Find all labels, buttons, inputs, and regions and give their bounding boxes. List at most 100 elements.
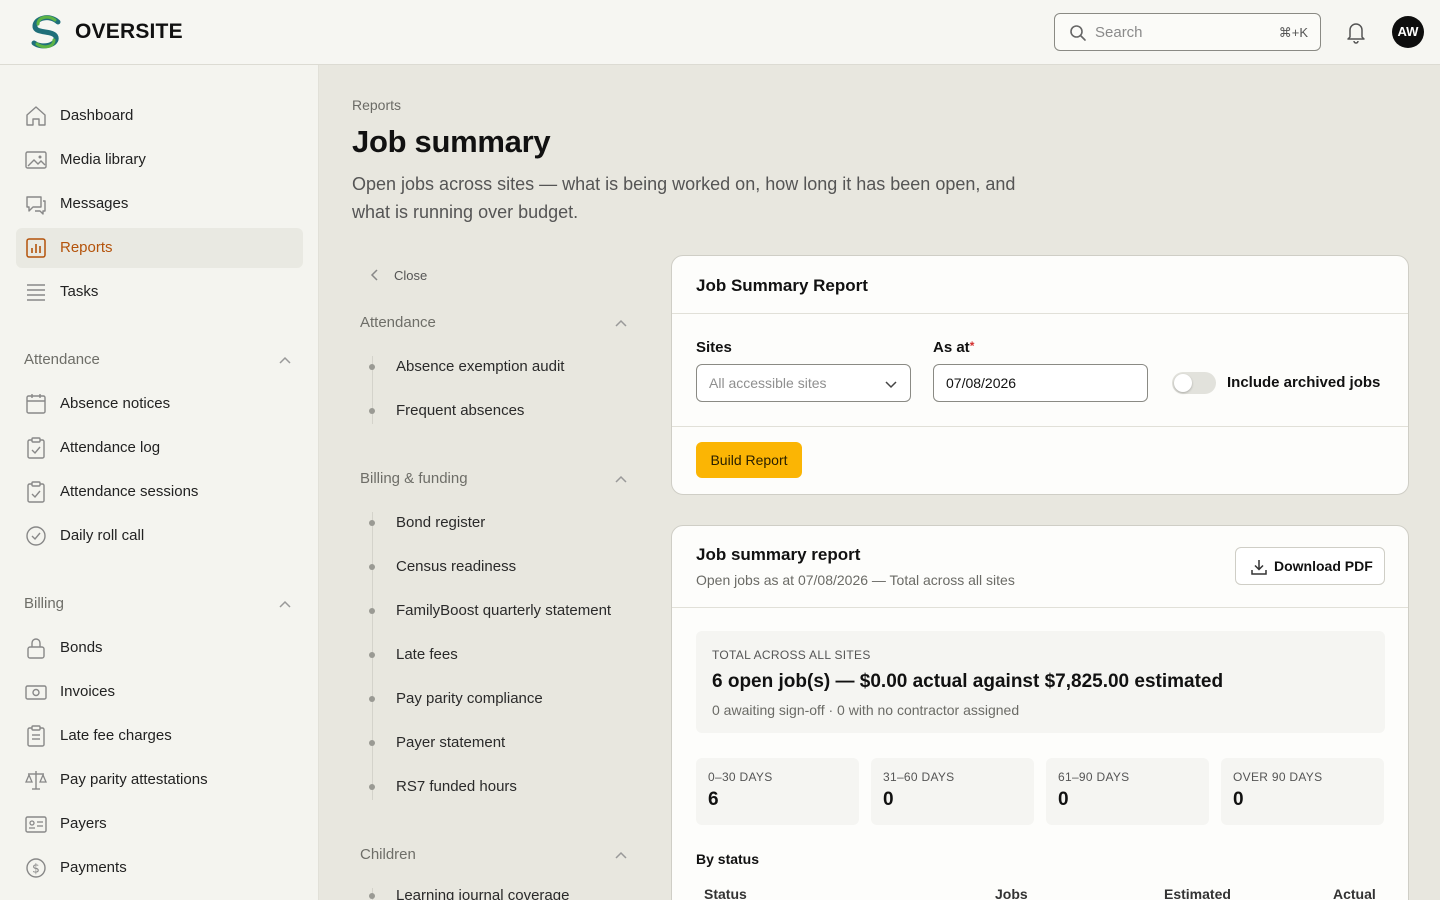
bell-icon[interactable] [1344, 20, 1368, 44]
subnav-item-label: Learning journal coverage [396, 887, 570, 900]
report-form-card: Job Summary Report Sites All accessible … [671, 255, 1409, 495]
subnav-item[interactable]: Bond register [368, 514, 638, 536]
chart-icon [26, 238, 46, 258]
sidebar-item-pay-parity-attestations[interactable]: Pay parity attestations [16, 760, 303, 800]
sites-select[interactable]: All accessible sites [696, 364, 911, 402]
sidebar-item-label: Bonds [60, 639, 103, 656]
section-title: Children [360, 846, 416, 863]
sidebar-item-tasks[interactable]: Tasks [16, 272, 303, 312]
search-input[interactable]: Search ⌘+K [1054, 13, 1321, 51]
subnav-section-attendance[interactable]: Attendance [360, 314, 632, 334]
section-title: Billing & funding [360, 470, 468, 487]
chevron-up-icon [279, 600, 291, 608]
subnav-item-label: Census readiness [396, 558, 517, 575]
sidebar-item-attendance-sessions[interactable]: Attendance sessions [16, 472, 303, 512]
sidebar-item-daily-roll-call[interactable]: Daily roll call [16, 516, 303, 556]
subnav-item[interactable]: Learning journal coverage [368, 887, 638, 900]
subnav-item-label: RS7 funded hours [396, 778, 517, 795]
section-title: Attendance [24, 351, 100, 368]
bucket-value: 0 [1058, 789, 1069, 810]
sidebar-section-attendance[interactable]: Attendance [24, 351, 296, 371]
form-title: Job Summary Report [696, 276, 868, 295]
summary-subtext: 0 awaiting sign-off · 0 with no contract… [712, 702, 1020, 718]
scale-icon [25, 771, 47, 790]
subnav-item[interactable]: FamilyBoost quarterly statement [368, 602, 638, 624]
sidebar-item-dashboard[interactable]: Dashboard [16, 96, 303, 136]
subnav-item[interactable]: Late fees [368, 646, 638, 668]
column-header-status[interactable]: Status [704, 886, 747, 900]
list-icon [27, 284, 45, 301]
as-at-date-input[interactable]: 07/08/2026 [933, 364, 1148, 402]
sidebar-item-invoices[interactable]: Invoices [16, 672, 303, 712]
sidebar-item-label: Attendance log [60, 439, 161, 456]
oversite-logo-icon[interactable] [28, 14, 64, 50]
summary-kicker: TOTAL ACROSS ALL SITES [712, 648, 871, 662]
breadcrumb[interactable]: Reports [352, 97, 401, 113]
search-placeholder: Search [1095, 24, 1143, 41]
sidebar-item-late-fee-charges[interactable]: Late fee charges [16, 716, 303, 756]
subnav-item[interactable]: Frequent absences [368, 402, 638, 424]
column-header-jobs[interactable]: Jobs [995, 886, 1028, 900]
top-bar: OVERSITE Search ⌘+K AW [0, 0, 1440, 65]
download-pdf-button[interactable]: Download PDF [1235, 547, 1385, 585]
bucket-label: 31–60 DAYS [883, 770, 955, 784]
sidebar-item-media-library[interactable]: Media library [16, 140, 303, 180]
age-bucket: 0–30 DAYS 6 [696, 758, 859, 825]
subnav-section-billing[interactable]: Billing & funding [360, 470, 632, 490]
bullet [369, 564, 375, 570]
sidebar-item-label: Payers [60, 815, 107, 832]
sidebar-item-label: Late fee charges [60, 727, 172, 744]
divider [672, 607, 1408, 608]
search-shortcut: ⌘+K [1278, 25, 1308, 40]
subnav-item-label: Frequent absences [396, 402, 525, 419]
bullet [369, 696, 375, 702]
report-result-card: Job summary report Open jobs as at 07/08… [671, 525, 1409, 900]
bullet [369, 784, 375, 790]
search-icon [1070, 25, 1086, 41]
page-title: Job summary [352, 124, 551, 159]
age-bucket: OVER 90 DAYS 0 [1221, 758, 1384, 825]
id-card-icon [25, 816, 47, 833]
subnav-item[interactable]: Census readiness [368, 558, 638, 580]
sidebar-item-reports[interactable]: Reports [16, 228, 303, 268]
by-status-heading: By status [696, 851, 760, 867]
include-archived-toggle[interactable] [1172, 372, 1216, 394]
age-bucket: 61–90 DAYS 0 [1046, 758, 1209, 825]
sidebar-item-absence-notices[interactable]: Absence notices [16, 384, 303, 424]
download-pdf-label: Download PDF [1274, 558, 1373, 574]
sidebar-section-billing[interactable]: Billing [24, 595, 296, 615]
sites-select-value: All accessible sites [709, 375, 827, 391]
age-bucket: 31–60 DAYS 0 [871, 758, 1034, 825]
bullet [369, 608, 375, 614]
chevron-left-icon [370, 269, 378, 281]
section-title: Billing [24, 595, 65, 612]
sidebar-item-payers[interactable]: Payers [16, 804, 303, 844]
build-report-button[interactable]: Build Report [696, 442, 802, 478]
home-icon [26, 106, 46, 126]
subnav-item-label: FamilyBoost quarterly statement [396, 602, 612, 619]
subnav-section-children[interactable]: Children [360, 846, 632, 866]
section-title: Attendance [360, 314, 436, 331]
subnav-item[interactable]: Pay parity compliance [368, 690, 638, 712]
avatar[interactable]: AW [1392, 16, 1424, 48]
column-header-estimated[interactable]: Estimated [1164, 886, 1231, 900]
subnav-item[interactable]: Absence exemption audit [368, 358, 638, 380]
sidebar-item-attendance-log[interactable]: Attendance log [16, 428, 303, 468]
sidebar-item-messages[interactable]: Messages [16, 184, 303, 224]
sidebar-item-payments[interactable]: $ Payments [16, 848, 303, 888]
sidebar: Dashboard Media library Messages Reports… [0, 65, 319, 900]
bullet [369, 893, 375, 899]
as-at-label: As at* [933, 339, 975, 356]
subnav-item[interactable]: RS7 funded hours [368, 778, 638, 800]
sidebar-item-label: Pay parity attestations [60, 771, 208, 788]
image-icon [25, 151, 47, 169]
sidebar-item-bonds[interactable]: Bonds [16, 628, 303, 668]
subnav-item-label: Absence exemption audit [396, 358, 565, 375]
chevron-up-icon [279, 356, 291, 364]
column-header-actual[interactable]: Actual [1333, 886, 1376, 900]
close-label: Close [394, 268, 428, 283]
summary-headline: 6 open job(s) — $0.00 actual against $7,… [712, 671, 1224, 692]
chevron-up-icon [615, 851, 627, 859]
report-subtitle: Open jobs as at 07/08/2026 — Total acros… [696, 572, 1015, 588]
subnav-item[interactable]: Payer statement [368, 734, 638, 756]
